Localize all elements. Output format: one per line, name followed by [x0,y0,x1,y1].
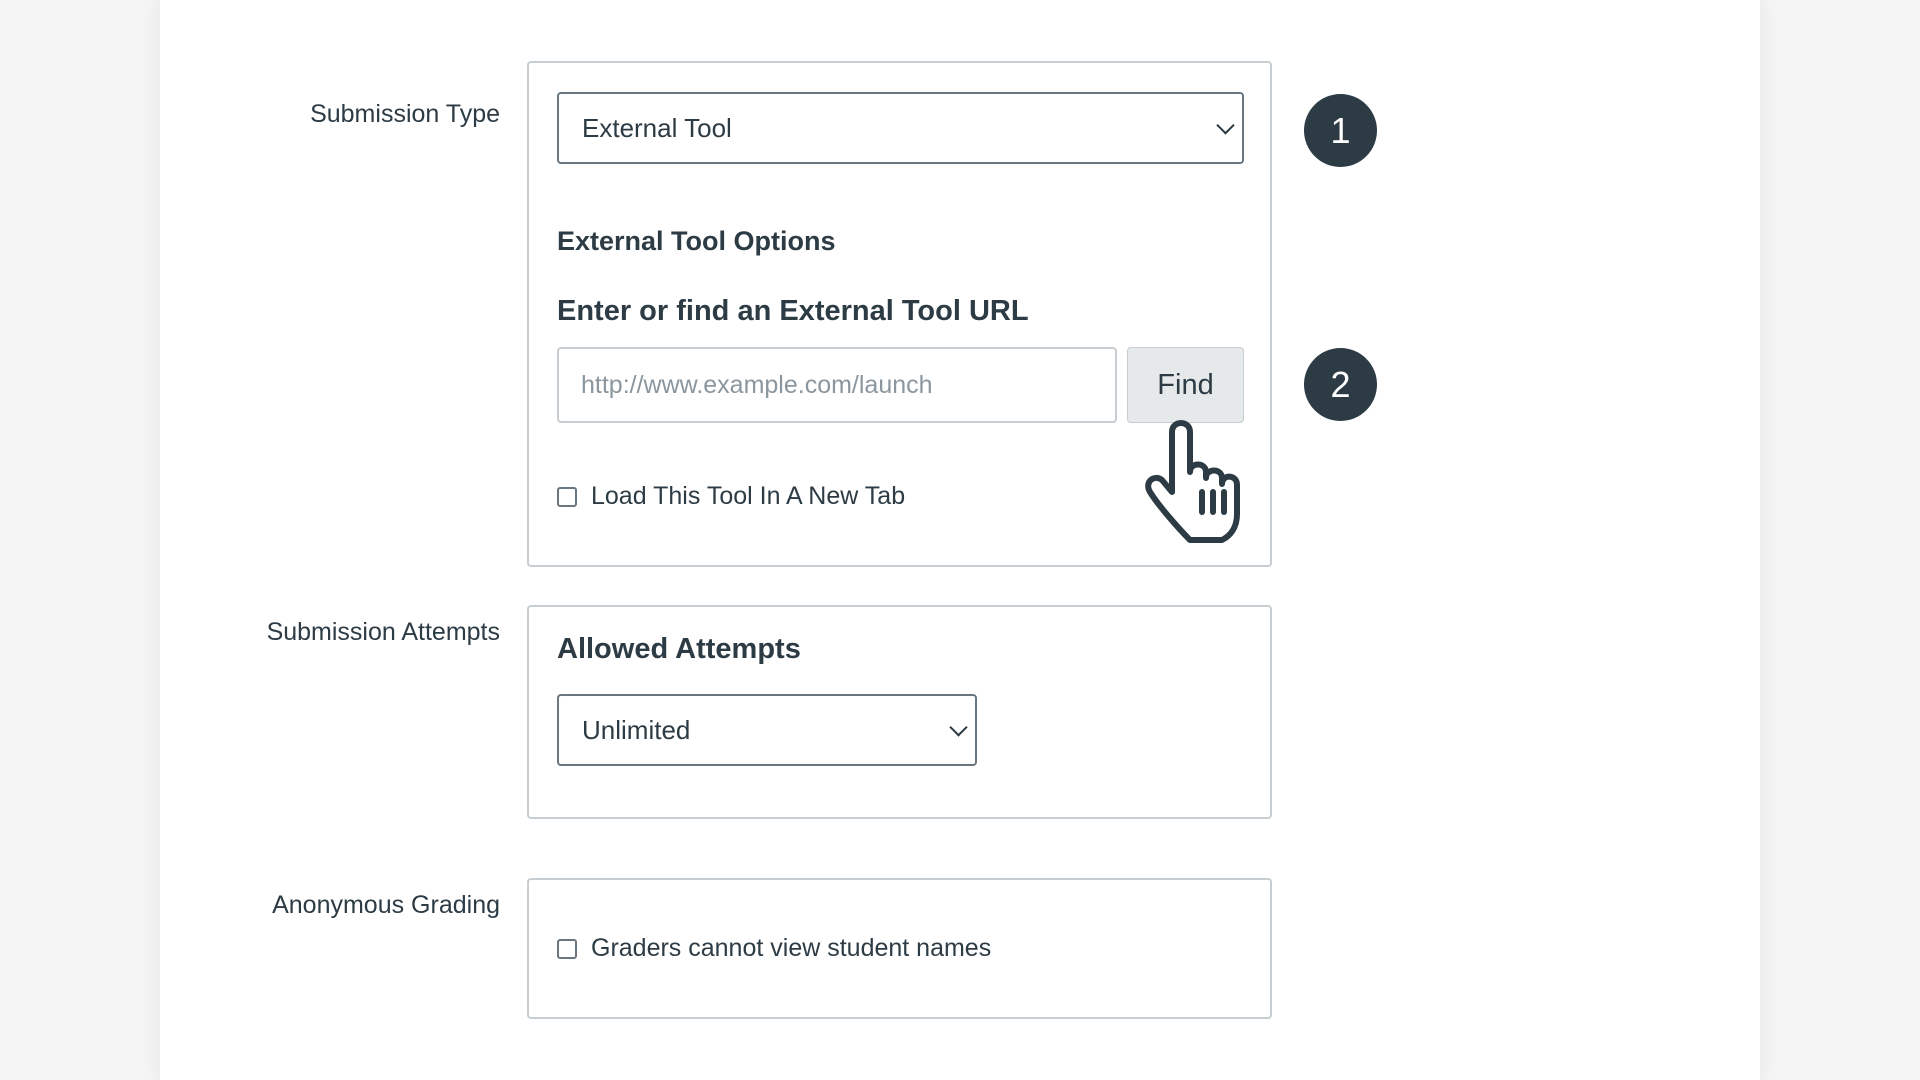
allowed-attempts-select[interactable]: Unlimited [557,694,977,766]
external-tool-url-heading: Enter or find an External Tool URL [557,295,1029,327]
callout-badge-1: 1 [1304,94,1377,167]
allowed-attempts-select-value: Unlimited [582,714,691,745]
submission-type-label: Submission Type [310,100,500,128]
submission-type-panel: External Tool External Tool Options Ente… [527,61,1272,567]
callout-badge-2: 2 [1304,348,1377,421]
anonymous-grading-checkbox-label: Graders cannot view student names [591,934,992,962]
submission-type-select-value: External Tool [582,112,732,143]
submission-type-select[interactable]: External Tool [557,92,1244,164]
new-tab-checkbox[interactable] [557,486,577,507]
new-tab-option[interactable]: Load This Tool In A New Tab [557,482,905,511]
allowed-attempts-heading: Allowed Attempts [557,633,801,665]
anonymous-grading-label: Anonymous Grading [272,891,500,919]
anonymous-grading-checkbox[interactable] [557,938,577,959]
submission-attempts-panel: Allowed Attempts Unlimited [527,605,1272,819]
new-tab-label: Load This Tool In A New Tab [591,482,906,510]
submission-attempts-label: Submission Attempts [266,618,500,646]
anonymous-grading-panel: Graders cannot view student names [527,878,1272,1019]
find-button[interactable]: Find [1127,347,1244,423]
anonymous-grading-option[interactable]: Graders cannot view student names [557,934,991,963]
chevron-down-icon [1216,116,1235,135]
external-tool-options-heading: External Tool Options [557,226,836,256]
external-tool-url-input[interactable] [557,347,1117,423]
chevron-down-icon [949,718,968,737]
